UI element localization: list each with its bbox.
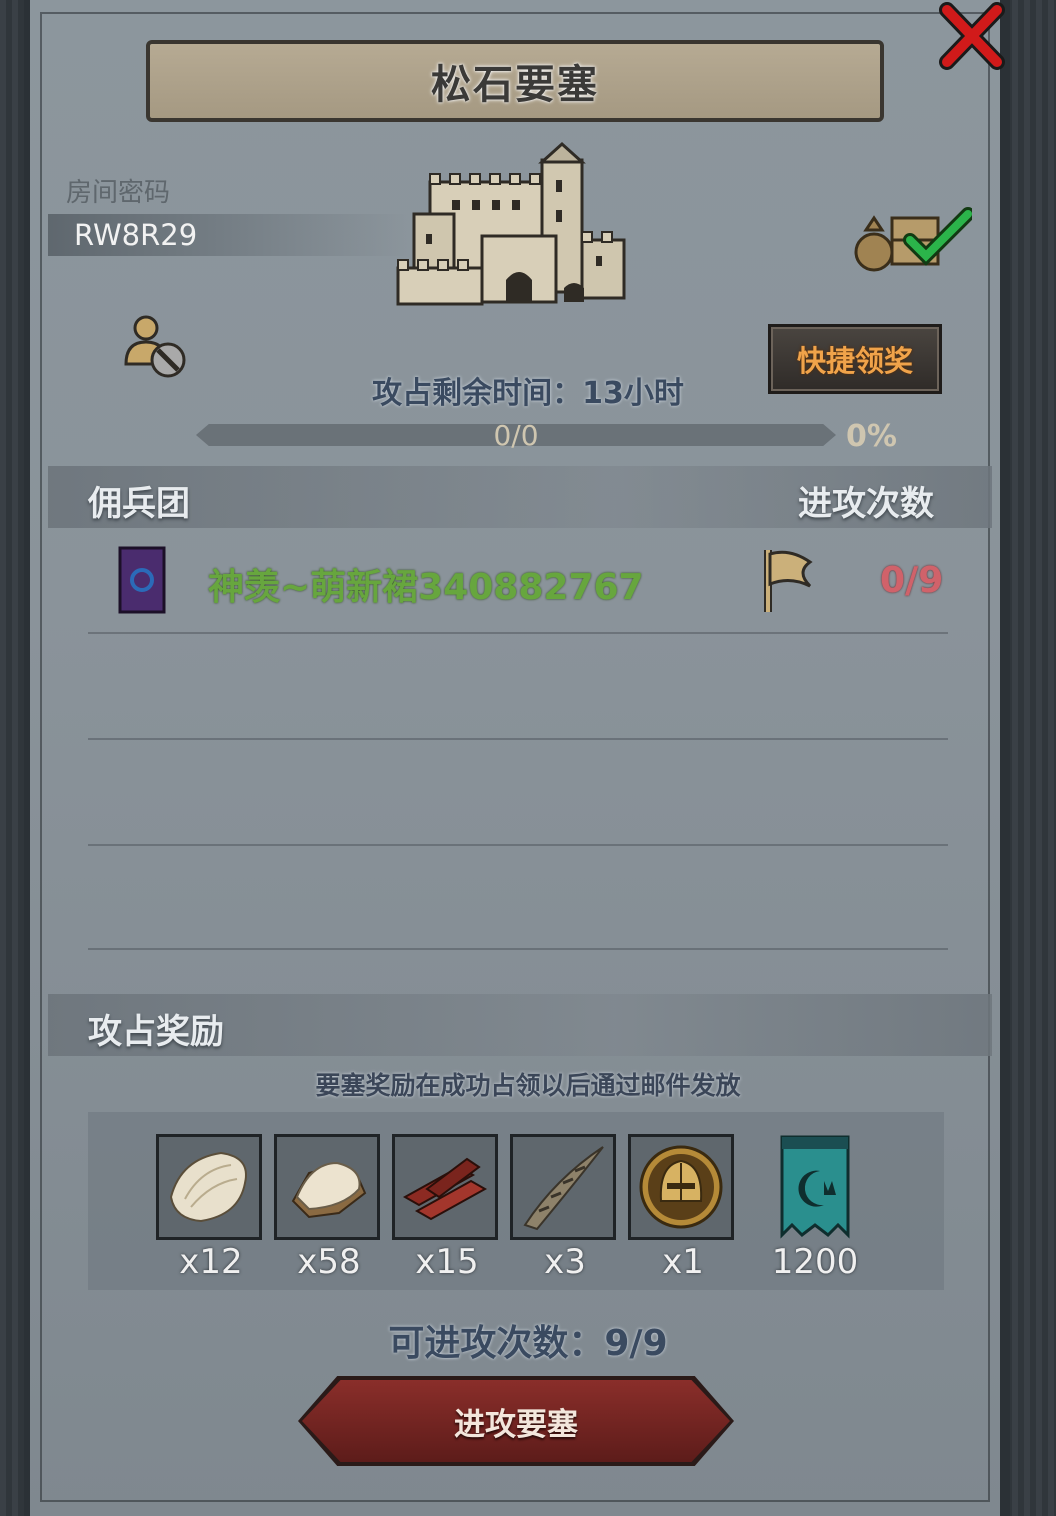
- reward-frame: [760, 1134, 870, 1240]
- title-banner: 松石要塞: [146, 40, 884, 122]
- reward-quantity: x3: [544, 1242, 586, 1282]
- attack-fortress-button[interactable]: 进攻要塞: [302, 1380, 730, 1462]
- reward-frame: [628, 1134, 734, 1240]
- close-icon: [939, 2, 1005, 70]
- castle-icon: [396, 141, 626, 306]
- progress-count: 0/0: [493, 419, 539, 452]
- row-divider: [88, 844, 948, 846]
- fur-pelt-icon: [169, 1151, 247, 1223]
- attacks-column-header: 进攻次数: [798, 484, 934, 524]
- reward-frame: [392, 1134, 498, 1240]
- reward-frame: [510, 1134, 616, 1240]
- reward-item[interactable]: 1200: [760, 1134, 870, 1282]
- rewards-section-title: 攻占奖励: [88, 1012, 224, 1052]
- loot-claimed-icon: [854, 207, 972, 272]
- wood-planks-icon: [402, 1157, 488, 1221]
- flag-icon: [764, 550, 813, 612]
- attack-fortress-label: 进攻要塞: [454, 1406, 578, 1443]
- row-divider: [88, 632, 948, 634]
- reward-quantity: 1200: [771, 1242, 859, 1282]
- reward-quantity: x15: [415, 1242, 479, 1282]
- reward-item[interactable]: x12: [156, 1134, 266, 1282]
- close-button[interactable]: [932, 0, 1012, 74]
- guild-emblem-icon: [118, 546, 166, 614]
- reward-item[interactable]: x15: [392, 1134, 502, 1282]
- knight-helmet-medal-icon: [639, 1145, 723, 1229]
- attacks-available: 可进攻次数：9/9: [388, 1323, 668, 1364]
- reward-item[interactable]: x3: [510, 1134, 620, 1282]
- rewards-note: 要塞奖励在成功占领以后通过邮件发放: [315, 1071, 741, 1100]
- reward-quantity: x58: [297, 1242, 361, 1282]
- reward-frame: [156, 1134, 262, 1240]
- room-code: RW8R29: [74, 218, 198, 252]
- horn-icon: [523, 1146, 604, 1231]
- reward-item[interactable]: x58: [274, 1134, 384, 1282]
- row-divider: [88, 738, 948, 740]
- room-password-label: 房间密码: [66, 178, 171, 208]
- wool-hide-icon: [291, 1161, 367, 1219]
- reward-quantity: x1: [662, 1242, 704, 1282]
- reward-item[interactable]: x1: [628, 1134, 738, 1282]
- time-remaining: 攻占剩余时间：13小时: [372, 376, 684, 411]
- guild-banner-icon: [780, 1135, 850, 1239]
- reward-frame: [274, 1134, 380, 1240]
- reward-quantity: x12: [179, 1242, 243, 1282]
- guild-attack-count: 0/9: [880, 560, 944, 601]
- row-divider: [88, 948, 948, 950]
- fortress-title: 松石要塞: [431, 62, 599, 108]
- progress-percent: 0%: [846, 419, 897, 454]
- guild-name[interactable]: 神羡~萌新裙340882767: [208, 558, 644, 610]
- guild-section-title: 佣兵团: [88, 484, 190, 524]
